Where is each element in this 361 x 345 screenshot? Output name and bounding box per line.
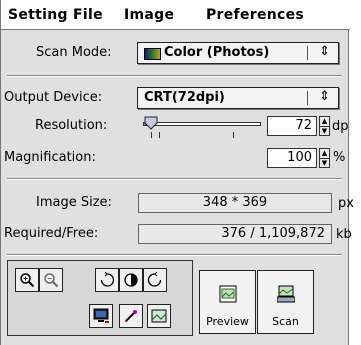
resolution-slider[interactable] <box>143 122 261 126</box>
slider-tick <box>159 132 160 138</box>
color-swatch-icon <box>144 48 161 60</box>
required-free-label: Required/Free: <box>4 226 99 241</box>
menu-image[interactable]: Image <box>124 7 174 23</box>
scanner-panel: Setting File Image Preferences Scan Mode… <box>0 0 354 345</box>
output-device-value: CRT(72dpi) <box>144 90 225 105</box>
resolution-slider-thumb[interactable] <box>144 116 158 130</box>
stepper-up-icon[interactable]: ▲ <box>320 117 329 126</box>
zoom-in-icon[interactable] <box>15 268 39 292</box>
required-free-value: 376 / 1,109,872 <box>138 224 332 244</box>
zoom-out-icon[interactable] <box>39 268 63 292</box>
divider <box>7 254 342 256</box>
stepper-down-icon[interactable]: ▼ <box>320 158 329 168</box>
preview-button[interactable]: Preview <box>199 270 256 334</box>
menu-setting-file[interactable]: Setting File <box>8 7 103 23</box>
preview-icon <box>219 285 237 303</box>
image-icon[interactable] <box>147 304 171 328</box>
magnification-stepper[interactable]: ▲ ▼ <box>319 148 330 168</box>
popup-divider <box>307 46 308 60</box>
magnification-field[interactable]: 100 <box>267 148 317 168</box>
image-size-unit: px <box>338 196 354 211</box>
divider <box>7 75 342 77</box>
eyedropper-icon[interactable] <box>119 304 143 328</box>
required-free-unit: kb <box>336 227 352 242</box>
scan-mode-value: Color (Photos) <box>164 45 270 60</box>
slider-tick <box>233 132 234 138</box>
scan-mode-label: Scan Mode: <box>36 45 112 60</box>
resolution-label: Resolution: <box>35 118 108 133</box>
menu-bar: Setting File Image Preferences <box>1 0 350 30</box>
scan-icon <box>277 285 295 303</box>
resolution-stepper[interactable]: ▲ ▼ <box>319 116 330 136</box>
output-device-popup[interactable]: CRT(72dpi) ⇕ <box>137 87 339 109</box>
image-size-value: 348 * 369 <box>138 193 332 213</box>
preview-label: Preview <box>206 315 249 328</box>
divider <box>7 178 342 180</box>
rotate-left-icon[interactable] <box>95 268 119 292</box>
image-size-label: Image Size: <box>36 195 112 210</box>
output-device-label: Output Device: <box>4 90 103 105</box>
popup-arrows-icon: ⇕ <box>319 44 330 59</box>
monitor-icon[interactable] <box>89 304 113 328</box>
stepper-up-icon[interactable]: ▲ <box>320 149 329 158</box>
resolution-unit: dp <box>332 119 349 134</box>
scan-button[interactable]: Scan <box>257 270 314 334</box>
popup-divider <box>307 91 308 105</box>
magnification-unit: % <box>333 150 346 165</box>
resolution-field[interactable]: 72 <box>267 116 317 136</box>
scan-label: Scan <box>272 315 299 328</box>
stepper-down-icon[interactable]: ▼ <box>320 126 329 136</box>
menu-preferences[interactable]: Preferences <box>206 7 304 23</box>
slider-tick <box>151 132 152 138</box>
popup-arrows-icon: ⇕ <box>319 89 330 104</box>
magnification-label: Magnification: <box>4 150 96 165</box>
rotate-right-icon[interactable] <box>143 268 167 292</box>
scan-mode-popup[interactable]: Color (Photos) ⇕ <box>137 42 339 64</box>
flip-icon[interactable] <box>119 268 143 292</box>
